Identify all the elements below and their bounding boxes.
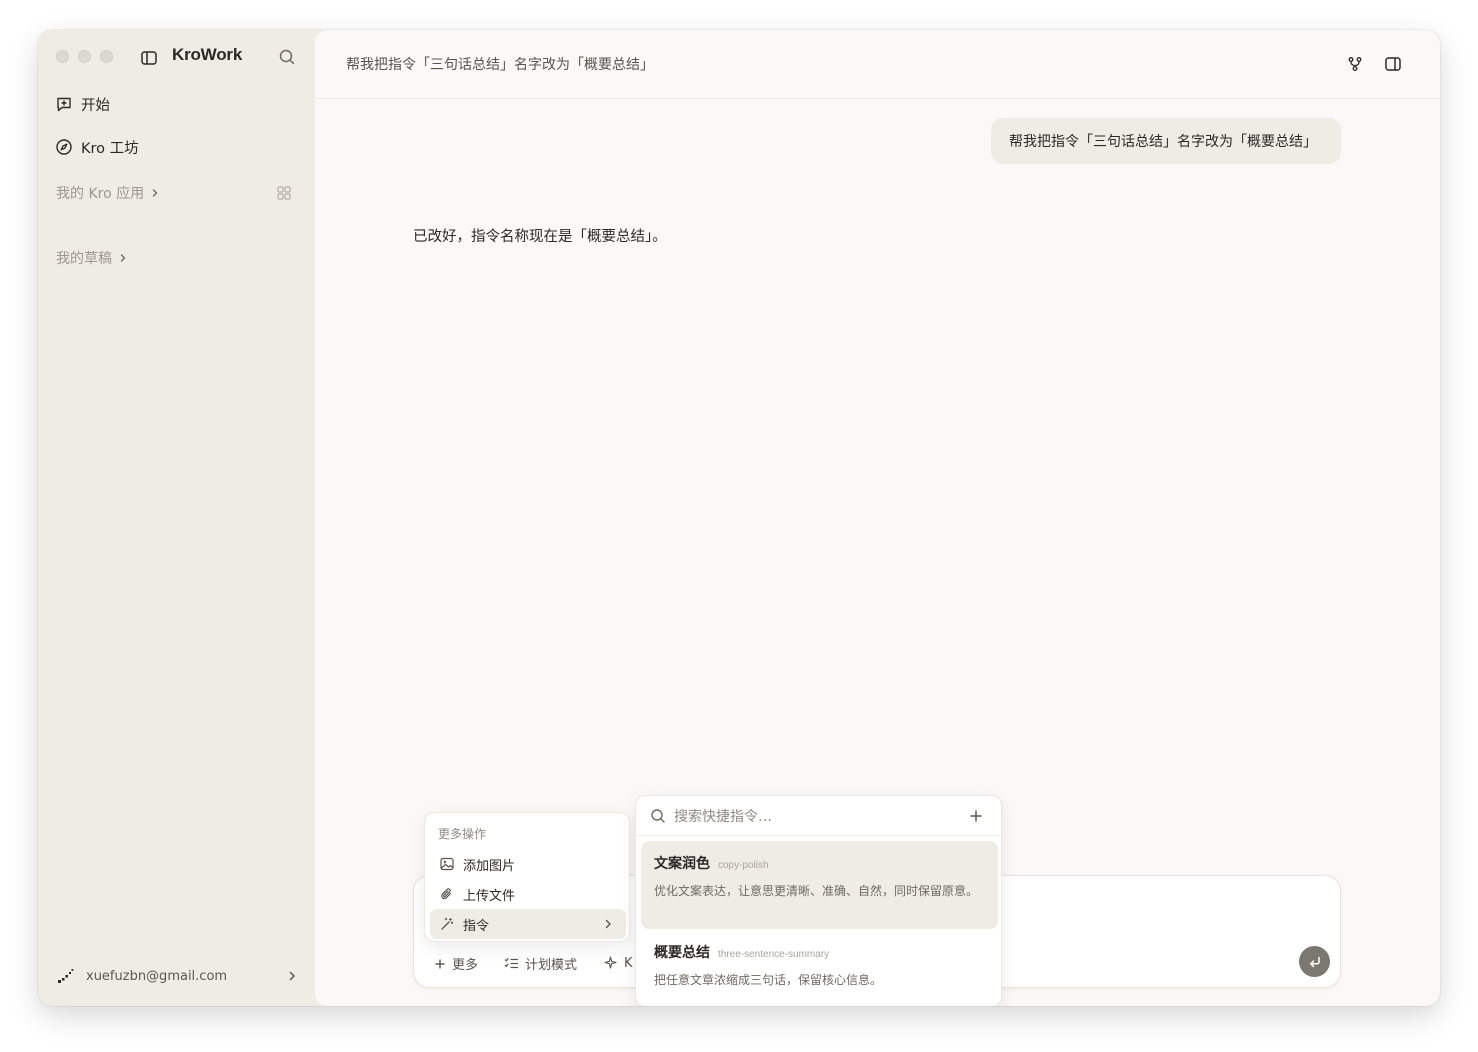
main-panel: 帮我把指令「三句话总结」名字改为「概要总结」 帮我把指令「三句话总结」名字改为「…: [315, 30, 1440, 1006]
avatar: [56, 966, 76, 986]
zoom-window-button[interactable]: [100, 50, 113, 63]
menu-item-upload-file[interactable]: 上传文件: [430, 879, 626, 909]
menu-item-commands[interactable]: 指令: [430, 909, 626, 939]
sidebar-group-label: 我的草稿: [56, 251, 112, 267]
checklist-icon: [504, 957, 519, 970]
chevron-right-icon: [286, 970, 298, 982]
app-title: KroWork: [172, 45, 243, 64]
sidebar: KroWork 开始 Kro 工坊 我的 Kro 应用 我的草稿 xuefuzb…: [38, 30, 315, 1006]
sidebar-group-drafts[interactable]: 我的草稿: [56, 246, 128, 270]
command-item[interactable]: 文案润色 copy-polish 优化文案表达，让意思更清晰、准确、自然，同时保留…: [641, 841, 998, 929]
send-button[interactable]: [1299, 946, 1330, 977]
chevron-right-icon: [118, 253, 128, 263]
close-window-button[interactable]: [56, 50, 69, 63]
sidebar-item-start[interactable]: 开始: [55, 92, 110, 116]
account-email: xuefuzbn@gmail.com: [86, 968, 228, 984]
sparkle-icon: [603, 956, 618, 971]
new-chat-icon: [55, 95, 73, 113]
panel-toggle-icon[interactable]: [1382, 53, 1404, 75]
image-icon: [439, 856, 455, 872]
menu-header: 更多操作: [438, 827, 487, 841]
paperclip-icon: [439, 886, 455, 902]
conversation-header: 帮我把指令「三句话总结」名字改为「概要总结」: [315, 30, 1440, 99]
magic-wand-icon: [439, 916, 455, 932]
branch-icon[interactable]: [1344, 53, 1366, 75]
conversation-title: 帮我把指令「三句话总结」名字改为「概要总结」: [346, 57, 654, 73]
account-menu[interactable]: xuefuzbn@gmail.com: [56, 964, 298, 988]
command-search-placeholder: 搜索快捷指令…: [674, 808, 772, 825]
plan-mode-button[interactable]: 计划模式: [504, 954, 577, 973]
user-message: 帮我把指令「三句话总结」名字改为「概要总结」: [991, 118, 1341, 164]
sidebar-group-my-apps[interactable]: 我的 Kro 应用: [56, 181, 160, 205]
compass-icon: [55, 138, 73, 156]
model-label: K: [624, 956, 633, 971]
command-palette: 搜索快捷指令… 文案润色 copy-polish 优化文案表达，让意思更清晰、准确…: [635, 795, 1002, 1006]
add-command-icon[interactable]: [967, 807, 985, 825]
window-controls: [56, 50, 113, 63]
app-window: KroWork 开始 Kro 工坊 我的 Kro 应用 我的草稿 xuefuzb…: [38, 30, 1440, 1006]
menu-item-label: 指令: [463, 918, 490, 934]
sidebar-group-label: 我的 Kro 应用: [56, 186, 145, 202]
menu-item-label: 上传文件: [463, 888, 516, 904]
enter-icon: [1308, 955, 1322, 969]
more-label: 更多: [452, 958, 479, 973]
command-item[interactable]: 概要总结 three-sentence-summary 把任意文章浓缩成三句话，保…: [641, 930, 998, 1002]
search-icon: [650, 808, 666, 824]
sidebar-item-workshop[interactable]: Kro 工坊: [55, 135, 139, 159]
assistant-message: 已改好，指令名称现在是「概要总结」。: [413, 229, 667, 245]
command-name: 文案润色: [654, 856, 710, 872]
minimize-window-button[interactable]: [78, 50, 91, 63]
more-button[interactable]: 更多: [434, 954, 478, 973]
plus-icon: [434, 958, 446, 970]
command-description: 优化文案表达，让意思更清晰、准确、自然，同时保留原意。: [654, 884, 979, 898]
command-slug: copy-polish: [718, 860, 769, 871]
search-icon[interactable]: [276, 46, 298, 68]
chevron-right-icon: [600, 916, 616, 932]
command-search[interactable]: 搜索快捷指令…: [636, 796, 1001, 836]
chevron-right-icon: [150, 188, 160, 198]
sidebar-item-label: 开始: [81, 97, 110, 114]
menu-item-add-image[interactable]: 添加图片: [430, 849, 626, 879]
grid-view-icon[interactable]: [275, 184, 293, 202]
menu-item-label: 添加图片: [463, 858, 516, 874]
plan-mode-label: 计划模式: [525, 958, 578, 973]
model-button[interactable]: K: [603, 956, 633, 971]
command-slug: three-sentence-summary: [718, 949, 830, 960]
command-description: 把任意文章浓缩成三句话，保留核心信息。: [654, 973, 883, 987]
composer-toolbar: 更多 计划模式 K: [434, 954, 633, 973]
sidebar-item-label: Kro 工坊: [81, 140, 139, 157]
command-name: 概要总结: [654, 945, 710, 961]
more-actions-menu: 更多操作 添加图片 上传文件 指令: [424, 812, 630, 942]
sidebar-toggle-icon[interactable]: [138, 47, 160, 69]
